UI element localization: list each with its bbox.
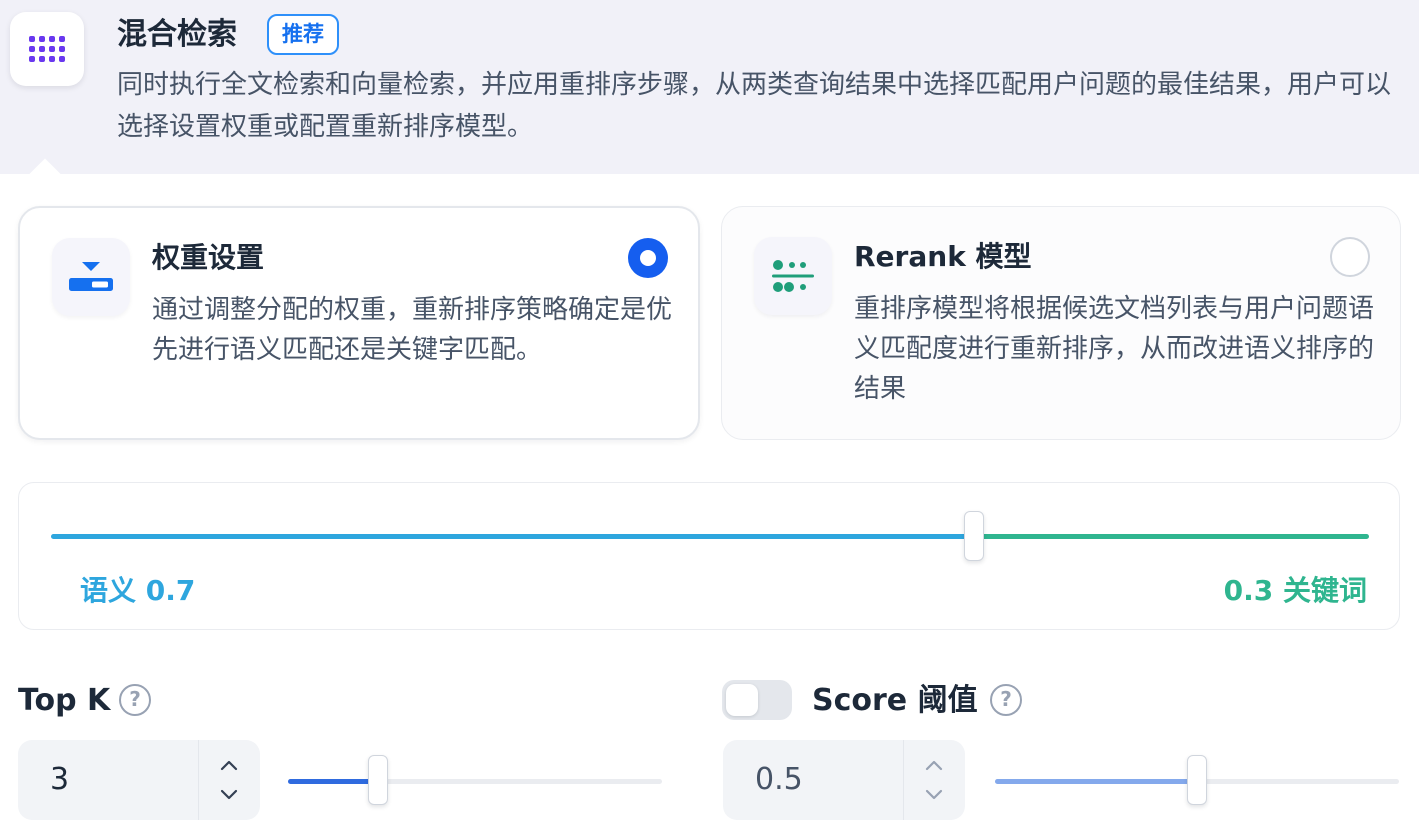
rerank-model-radio[interactable] (1330, 237, 1370, 277)
keyword-weight-track[interactable] (973, 534, 1369, 539)
keyword-weight-label: 0.3 关键词 (1223, 574, 1367, 607)
weight-settings-radio[interactable] (628, 238, 668, 278)
dot-grid-icon (10, 12, 84, 86)
rerank-model-card[interactable]: Rerank 模型 重排序模型将根据候选文档列表与用户问题语义匹配度进行重新排序… (721, 206, 1401, 440)
rerank-model-title: Rerank 模型 (854, 240, 1032, 273)
hybrid-search-header: 混合检索 推荐 同时执行全文检索和向量检索，并应用重排序步骤，从两类查询结果中选… (0, 0, 1419, 174)
score-threshold-slider[interactable] (995, 755, 1399, 805)
weight-settings-card[interactable]: 权重设置 通过调整分配的权重，重新排序策略确定是优先进行语义匹配还是关键字匹配。 (18, 206, 700, 440)
toggle-knob (726, 684, 758, 716)
semantic-weight-label: 语义 0.7 (80, 574, 196, 607)
top-k-stepper (198, 740, 260, 820)
top-k-help-icon[interactable]: ? (119, 684, 151, 716)
semantic-weight-track[interactable] (51, 534, 974, 539)
top-k-slider-handle[interactable] (367, 755, 388, 805)
top-k-input[interactable]: 3 (18, 740, 260, 820)
score-threshold-help-icon[interactable]: ? (990, 684, 1022, 716)
weight-sliders-icon (52, 238, 130, 316)
weight-slider-panel: 语义 0.7 0.3 关键词 (18, 482, 1400, 630)
score-threshold-stepper (903, 740, 965, 820)
header-description: 同时执行全文检索和向量检索，并应用重排序步骤，从两类查询结果中选择匹配用户问题的… (117, 70, 1392, 142)
score-threshold-slider-handle[interactable] (1187, 755, 1207, 805)
chevron-up-icon[interactable] (218, 758, 240, 772)
rerank-model-description: 重排序模型将根据候选文档列表与用户问题语义匹配度进行重新排序，从而改进语义排序的… (854, 294, 1375, 404)
score-threshold-label: Score 阈值 (812, 683, 978, 718)
top-k-slider[interactable] (288, 755, 662, 805)
weight-slider-handle[interactable] (963, 511, 984, 561)
score-threshold-input[interactable]: 0.5 (723, 740, 965, 820)
top-k-slider-fill (288, 779, 378, 784)
chevron-up-icon[interactable] (923, 758, 945, 772)
chevron-down-icon[interactable] (218, 788, 240, 802)
recommended-badge: 推荐 (267, 14, 339, 55)
page-title: 混合检索 (117, 17, 237, 52)
top-k-label: Top K (18, 683, 111, 718)
top-k-value[interactable]: 3 (50, 760, 69, 800)
weight-settings-description: 通过调整分配的权重，重新排序策略确定是优先进行语义匹配还是关键字匹配。 (152, 295, 673, 365)
score-threshold-slider-fill (995, 779, 1197, 784)
score-threshold-value[interactable]: 0.5 (755, 760, 803, 800)
score-threshold-toggle[interactable] (722, 680, 792, 720)
weight-settings-title: 权重设置 (152, 241, 265, 274)
rerank-dots-icon (754, 237, 832, 315)
chevron-down-icon[interactable] (923, 788, 945, 802)
